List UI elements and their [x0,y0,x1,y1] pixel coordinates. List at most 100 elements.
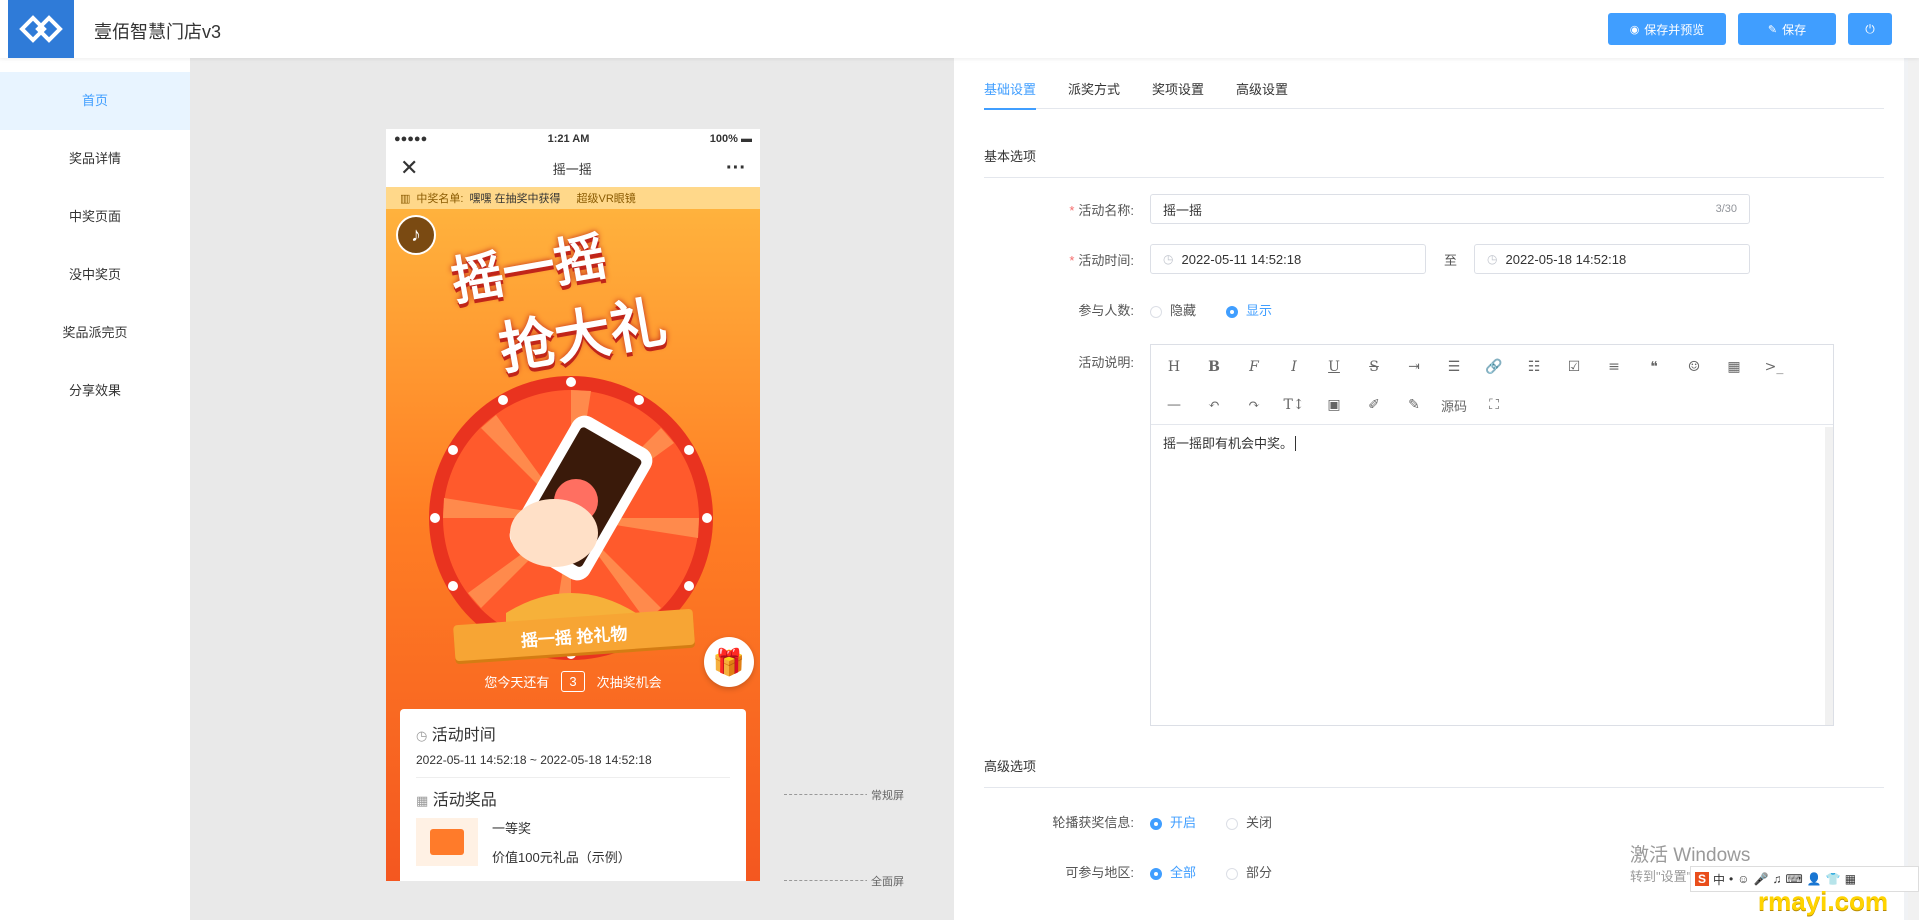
winner-ticker: ▥ 中奖名单: 嘿嘿 在抽奖中获得 超级VR眼镜 [386,187,760,209]
ime-headset-icon[interactable]: ♫ [1772,872,1781,886]
quote-icon[interactable]: ❝ [1641,353,1667,381]
info-card: ◷ 活动时间 2022-05-11 14:52:18 ~ 2022-05-18 … [400,709,746,881]
font-icon[interactable]: F [1241,353,1267,381]
prize-desc: 价值100元礼品（示例） [492,850,631,865]
participants-show-option[interactable]: 显示 [1226,300,1272,319]
eye-icon: ◉ [1629,23,1640,36]
end-time-input[interactable]: ◷ 2022-05-18 14:52:18 [1474,244,1750,274]
divider-icon[interactable]: — [1161,391,1187,419]
ime-logo-icon[interactable]: S [1695,872,1710,886]
bold-icon[interactable]: B [1201,353,1227,381]
more-icon[interactable]: ··· [726,157,746,180]
align-icon[interactable]: ≡ [1601,353,1627,381]
save-and-preview-button[interactable]: ◉ 保存并预览 [1608,13,1726,45]
clock-icon: ◷ [1163,252,1174,266]
participants-radio-group: 隐藏 显示 [1150,300,1272,319]
phone-status-bar: ●●●●● 1:21 AM 100% ▬ [386,129,760,149]
page-scrollbar[interactable] [1908,58,1919,920]
time-label: * 活动时间: [1069,253,1134,268]
carousel-off-option[interactable]: 关闭 [1226,812,1272,831]
chance-line: 您今天还有 3 次抽奖机会 [386,671,760,692]
image-icon[interactable]: ▣ [1321,391,1347,419]
sidebar-item-sold-out-page[interactable]: 奖品派完页 [0,304,190,362]
sidebar-item-win-page[interactable]: 中奖页面 [0,188,190,246]
music-icon[interactable]: ♪ [396,215,436,255]
sidebar-item-prize-detail[interactable]: 奖品详情 [0,130,190,188]
radio-checked-icon [1226,305,1239,318]
name-label: * 活动名称: [1069,203,1134,218]
save-label: 保存 [1782,22,1807,37]
start-time-value: 2022-05-11 14:52:18 [1181,251,1302,267]
link-icon[interactable]: 🔗 [1481,353,1507,381]
region-radio-group: 全部 部分 [1150,862,1272,881]
prize-name: 一等奖 [492,821,532,836]
sidebar-item-share[interactable]: 分享效果 [0,362,190,420]
rich-text-editor: H B F I U S ⇥ ☰ 🔗 ☷ ☑ ≡ ❝ ☺ ▦ >_ — ↶ ↷ T… [1150,344,1834,726]
underline-icon[interactable]: U [1321,353,1347,381]
text-size-icon[interactable]: T↕ [1281,391,1307,419]
redo-icon[interactable]: ↷ [1241,391,1267,419]
ime-grid-icon[interactable]: ▦ [1845,872,1856,886]
end-time-value: 2022-05-18 14:52:18 [1505,251,1627,267]
list-icon[interactable]: ☷ [1521,353,1547,381]
radio-icon [1226,867,1239,880]
config-panel: 基础设置 派奖方式 奖项设置 高级设置 基本选项 * 活动名称: 摇一摇 3/30… [954,58,1904,920]
tab-advanced[interactable]: 高级设置 [1236,72,1288,108]
time-value: 2022-05-11 14:52:18 ~ 2022-05-18 14:52:1… [416,753,730,778]
logo [8,0,74,58]
code-icon[interactable]: >_ [1761,353,1787,381]
radio-icon [1150,305,1162,318]
save-button[interactable]: ✎ 保存 [1738,13,1836,45]
radio-icon [1226,817,1239,830]
fullscreen-icon[interactable]: ⛶ [1481,391,1507,419]
ime-user-icon[interactable]: 👤 [1807,872,1822,886]
region-all-option[interactable]: 全部 [1150,862,1196,881]
tab-prize-settings[interactable]: 奖项设置 [1152,72,1204,108]
ime-mic-icon[interactable]: 🎤 [1754,872,1769,886]
source-code-button[interactable]: 源码 [1441,391,1467,419]
checkbox-icon[interactable]: ☑ [1561,353,1587,381]
table-icon[interactable]: ▦ [1721,353,1747,381]
participants-hide-option[interactable]: 隐藏 [1150,300,1196,319]
radio-checked-icon [1150,817,1162,830]
gift-small-icon: ▥ [400,192,411,205]
tab-basic[interactable]: 基础设置 [984,72,1037,110]
editor-scrollbar[interactable] [1825,427,1833,725]
edit-icon: ✎ [1767,23,1778,36]
strikethrough-icon[interactable]: S [1361,353,1387,381]
power-button[interactable]: ⏻ [1848,13,1892,45]
ime-mode-icon[interactable]: 中 [1713,871,1725,888]
close-icon[interactable]: ✕ [400,155,418,181]
sidebar-item-lose-page[interactable]: 没中奖页 [0,246,190,304]
grid-icon: ▦ [416,793,429,808]
format-painter-icon[interactable]: ✎ [1401,391,1427,419]
tab-award-method[interactable]: 派奖方式 [1068,72,1120,108]
indent-icon[interactable]: ⇥ [1401,353,1427,381]
carousel-on-option[interactable]: 开启 [1150,812,1196,831]
power-icon: ⏻ [1865,21,1875,36]
undo-icon[interactable]: ↶ [1201,391,1227,419]
start-time-input[interactable]: ◷ 2022-05-11 14:52:18 [1150,244,1426,274]
top-bar: 壹佰智慧门店v3 ◉ 保存并预览 ✎ 保存 ⏻ [0,0,1919,58]
full-screen-label: 全面屏 [867,873,904,889]
clear-format-icon[interactable]: ✐ [1361,391,1387,419]
ime-skin-icon[interactable]: 👕 [1826,872,1841,886]
phone-nav-title: 摇一摇 [552,161,592,177]
emoji-icon[interactable]: ☺ [1681,353,1707,381]
region-label: 可参与地区: [1065,865,1134,880]
editor-content[interactable]: 摇一摇即有机会中奖。 [1151,425,1833,460]
signal-indicator: ●●●●● [394,133,428,145]
italic-icon[interactable]: I [1281,353,1307,381]
ime-keyboard-icon[interactable]: ⌨ [1785,872,1802,886]
activity-name-input[interactable]: 摇一摇 3/30 [1150,194,1750,224]
save-preview-label: 保存并预览 [1644,22,1705,37]
sidebar: 首页 奖品详情 中奖页面 没中奖页 奖品派完页 分享效果 [0,58,190,920]
region-partial-option[interactable]: 部分 [1226,862,1272,881]
ime-emoji-icon[interactable]: ☺ [1737,872,1749,886]
battery-indicator: 100% ▬ [709,133,752,145]
line-height-icon[interactable]: ☰ [1441,353,1467,381]
heading-icon[interactable]: H [1161,353,1187,381]
ime-punct-icon[interactable]: • [1729,872,1733,886]
sidebar-item-home[interactable]: 首页 [0,72,190,130]
chance-prefix: 您今天还有 [484,675,550,690]
